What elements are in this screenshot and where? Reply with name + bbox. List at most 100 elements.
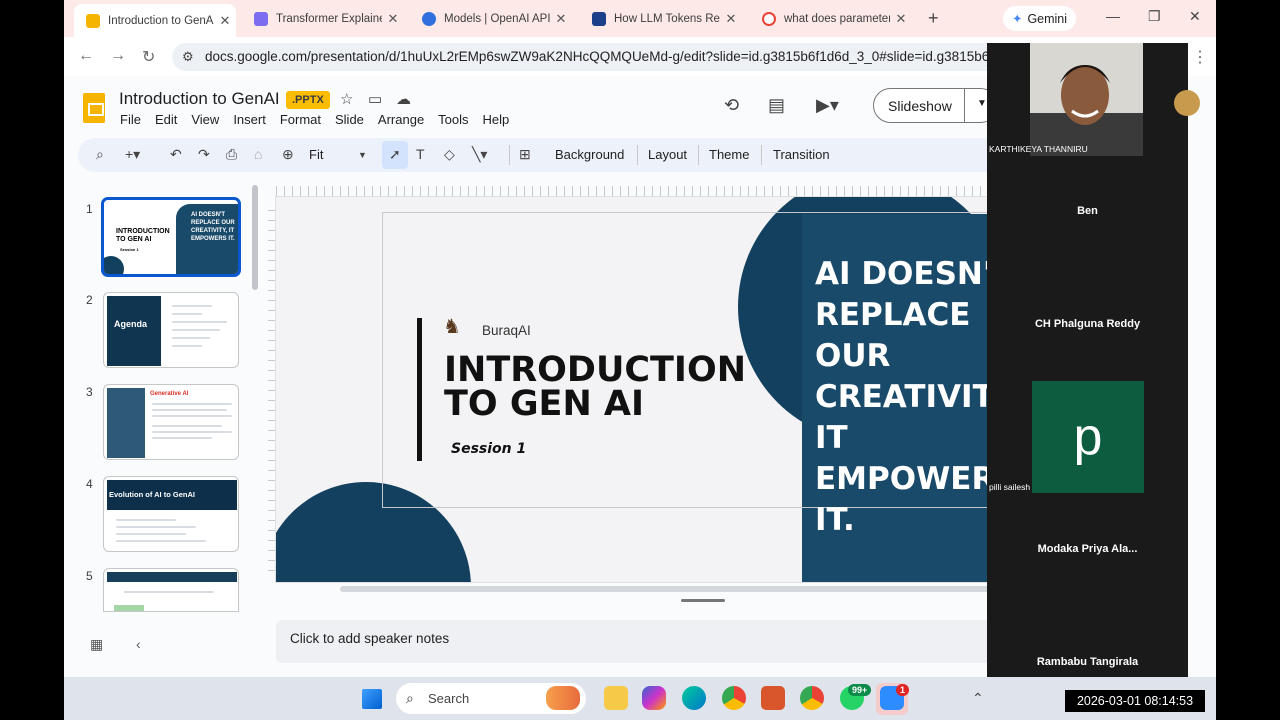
thumb-circle	[104, 256, 124, 274]
redo-icon[interactable]: ↷	[198, 146, 210, 163]
canvas-horizontal-scrollbar[interactable]	[340, 586, 1000, 592]
slide-thumbnail-2[interactable]: Agenda	[103, 292, 239, 368]
reload-icon[interactable]: ↻	[142, 47, 155, 67]
search-menus-icon[interactable]: ⌕	[96, 146, 104, 163]
comments-icon[interactable]: ▤	[768, 95, 785, 116]
minimize-icon[interactable]: —	[1106, 8, 1120, 24]
tab-llm-tokens[interactable]: How LLM Tokens Real ✕	[580, 5, 742, 33]
paint-format-icon[interactable]: ⌂	[254, 146, 262, 162]
participant-video[interactable]	[1030, 43, 1143, 156]
slide-subtitle[interactable]: Session 1	[451, 441, 526, 457]
text-box-icon[interactable]: T	[416, 146, 425, 162]
menu-arrange[interactable]: Arrange	[378, 112, 424, 127]
menu-slide[interactable]: Slide	[335, 112, 364, 127]
forward-icon[interactable]: →	[110, 47, 126, 65]
notes-resize-handle[interactable]	[681, 599, 725, 602]
back-icon[interactable]: ←	[78, 47, 94, 65]
slide-thumbnail-4[interactable]: Evolution of AI to GenAI	[103, 476, 239, 552]
browser-tabstrip: Introduction to GenAI ✕ Transformer Expl…	[64, 0, 1216, 37]
menu-format[interactable]: Format	[280, 112, 321, 127]
gemini-sparkle-icon: ✦	[1011, 12, 1023, 26]
select-cursor-icon[interactable]: ➚	[389, 146, 401, 163]
gemini-button[interactable]: ✦ Gemini	[1003, 6, 1076, 31]
slide-canvas[interactable]: AI DOESN'T REPLACE OUR CREATIVIT IT EMPO…	[276, 197, 987, 582]
slides-logo-icon[interactable]	[83, 93, 105, 123]
collapse-filmstrip-icon[interactable]: ‹	[136, 636, 141, 652]
slide-thumbnail-1[interactable]: INTRODUCTION TO GEN AI Session 1 AI DOES…	[101, 197, 241, 277]
menu-file[interactable]: File	[120, 112, 141, 127]
chrome-profile-icon[interactable]	[800, 686, 824, 710]
close-icon[interactable]: ✕	[720, 11, 742, 27]
menu-help[interactable]: Help	[483, 112, 510, 127]
undo-icon[interactable]: ↶	[170, 146, 182, 163]
new-slide-icon[interactable]: +▾	[125, 146, 140, 163]
menu-view[interactable]: View	[191, 112, 219, 127]
windows-start-icon[interactable]	[362, 689, 382, 709]
thumb-line	[152, 415, 232, 417]
buraq-logo-icon: ♞	[443, 316, 461, 338]
zoom-select[interactable]: Fit	[309, 147, 323, 162]
zoom-participants-panel: KARTHIKEYA THANNIRU Ben CH Phalguna Redd…	[987, 43, 1188, 720]
account-avatar[interactable]	[1174, 90, 1200, 116]
google-favicon-icon	[762, 12, 776, 26]
slide-number: 3	[86, 385, 93, 399]
cloud-status-icon[interactable]: ☁	[396, 90, 411, 108]
menu-insert[interactable]: Insert	[233, 112, 266, 127]
thumb-line	[172, 345, 202, 347]
zoom-chevron-icon[interactable]: ▼	[358, 150, 367, 160]
add-comment-icon[interactable]: ⊞	[519, 146, 531, 163]
version-history-icon[interactable]: ⟲	[724, 95, 739, 116]
menu-bar: File Edit View Insert Format Slide Arran…	[120, 112, 509, 127]
menu-tools[interactable]: Tools	[438, 112, 468, 127]
transition-button[interactable]: Transition	[773, 147, 830, 162]
menu-edit[interactable]: Edit	[155, 112, 177, 127]
filmstrip-scrollbar[interactable]	[252, 185, 258, 290]
line-icon[interactable]: ╲▾	[472, 146, 487, 163]
slide-thumbnail-5[interactable]	[103, 568, 239, 612]
tab-google-search[interactable]: what does parameters ✕	[750, 5, 912, 33]
close-icon[interactable]: ✕	[550, 11, 572, 27]
chrome-icon[interactable]	[722, 686, 746, 710]
background-button[interactable]: Background	[555, 147, 624, 162]
slide-number: 2	[86, 293, 93, 307]
speaker-notes[interactable]: Click to add speaker notes	[276, 620, 1056, 663]
copilot-icon[interactable]	[642, 686, 666, 710]
shape-icon[interactable]: ◇	[444, 146, 455, 163]
slideshow-button[interactable]: Slideshow ▼	[873, 88, 998, 123]
button-divider	[964, 89, 965, 122]
zoom-icon[interactable]: ⊕	[282, 146, 294, 163]
site-settings-icon[interactable]: ⚙	[182, 49, 194, 65]
theme-button[interactable]: Theme	[709, 147, 749, 162]
restore-icon[interactable]: ❐	[1148, 8, 1161, 25]
window-close-icon[interactable]: ✕	[1189, 8, 1201, 25]
move-folder-icon[interactable]: ▭	[368, 90, 382, 108]
windows-taskbar	[64, 677, 1216, 720]
tab-models-openai[interactable]: Models | OpenAI API ✕	[410, 5, 572, 33]
thumb-subtitle: Session 1	[120, 247, 139, 252]
edge-icon[interactable]	[682, 686, 706, 710]
chevron-down-icon[interactable]: ▼	[977, 98, 987, 109]
file-explorer-icon[interactable]	[604, 686, 628, 710]
close-icon[interactable]: ✕	[382, 11, 404, 27]
slide-title[interactable]: INTRODUCTION TO GEN AI	[444, 353, 746, 422]
browser-menu-icon[interactable]: ⋮	[1192, 47, 1208, 67]
layout-button[interactable]: Layout	[648, 147, 687, 162]
quote-text[interactable]: AI DOESN'T REPLACE OUR CREATIVIT IT EMPO…	[815, 254, 987, 541]
claude-icon[interactable]	[761, 686, 785, 710]
meet-video-icon[interactable]: ▶▾	[816, 95, 839, 116]
grid-view-icon[interactable]: ▦	[90, 636, 103, 653]
slide-thumbnail-3[interactable]: Generative AI	[103, 384, 239, 460]
close-icon[interactable]: ✕	[214, 13, 236, 29]
document-title[interactable]: Introduction to GenAI	[119, 89, 280, 109]
new-tab-icon[interactable]: +	[928, 8, 939, 29]
tray-chevron-icon[interactable]: ⌃	[972, 690, 984, 707]
tab-introduction-to-genai[interactable]: Introduction to GenAI ✕	[74, 4, 236, 37]
tab-transformer-explainer[interactable]: Transformer Explainer ✕	[242, 5, 404, 33]
participant-avatar[interactable]: p	[1032, 381, 1144, 493]
openai-favicon-icon	[422, 12, 436, 26]
star-icon[interactable]: ☆	[340, 90, 353, 108]
thumb-line	[152, 431, 232, 433]
close-icon[interactable]: ✕	[890, 11, 912, 27]
print-icon[interactable]: ⎙	[226, 146, 237, 163]
thumb-line	[152, 437, 212, 439]
